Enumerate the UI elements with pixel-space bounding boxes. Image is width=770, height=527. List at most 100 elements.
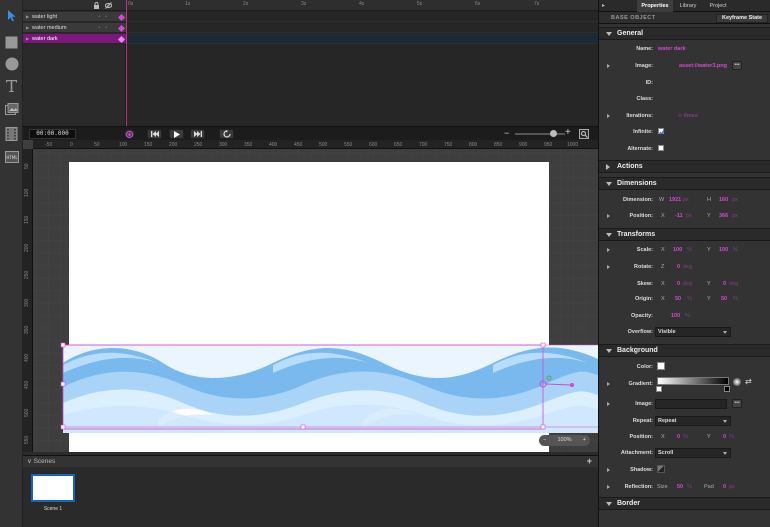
- width-value[interactable]: 1921: [669, 197, 681, 203]
- overflow-select[interactable]: Visible: [655, 327, 731, 337]
- expand-arrow-icon[interactable]: [607, 402, 610, 406]
- bg-pos-y-unit[interactable]: %: [729, 434, 734, 440]
- swap-gradient-icon[interactable]: ⇄: [745, 377, 752, 386]
- image-value[interactable]: asset://water3.png: [679, 63, 727, 69]
- rotate-value[interactable]: 0: [677, 264, 680, 270]
- reflection-pad-value[interactable]: 0: [723, 484, 726, 490]
- iterations-value[interactable]: ∞ times: [678, 113, 698, 119]
- id-input[interactable]: [656, 78, 736, 88]
- arrow-pointer-icon[interactable]: [4, 8, 19, 23]
- selection-box[interactable]: [59, 340, 598, 435]
- width-unit[interactable]: px: [683, 197, 689, 203]
- class-input[interactable]: [656, 94, 736, 104]
- repeat-select[interactable]: Repeat: [655, 416, 731, 426]
- expand-arrow-icon[interactable]: [607, 214, 610, 218]
- rectangle-icon[interactable]: [4, 35, 19, 50]
- expand-arrow-icon[interactable]: [607, 114, 610, 118]
- section-dimensions[interactable]: Dimensions: [599, 177, 770, 190]
- zoom-plus-icon[interactable]: +: [583, 435, 586, 446]
- text-icon[interactable]: [4, 78, 19, 93]
- zoom-slider-handle[interactable]: [550, 130, 557, 137]
- bg-pos-x-unit[interactable]: %: [683, 434, 688, 440]
- stage-zoom-control[interactable]: − 100% +: [539, 435, 590, 446]
- bg-pos-x-value[interactable]: 0: [677, 434, 680, 440]
- time-ruler[interactable]: 0s 1s 2s 3s 4s 5s 6s 7s: [126, 0, 598, 11]
- layer-row-water-dark[interactable]: ▶ water dark: [23, 34, 126, 44]
- zoom-minus-icon[interactable]: −: [543, 435, 546, 446]
- name-value[interactable]: water dark: [658, 46, 686, 52]
- tab-project[interactable]: Project: [703, 0, 733, 12]
- bg-image-input[interactable]: [655, 399, 727, 409]
- track-row[interactable]: [126, 23, 598, 33]
- play-button[interactable]: [169, 129, 184, 139]
- forward-button[interactable]: [190, 129, 205, 139]
- section-actions[interactable]: Actions: [599, 160, 770, 173]
- browse-image-button[interactable]: •••: [732, 61, 742, 70]
- image-icon[interactable]: [4, 102, 19, 117]
- tab-properties[interactable]: Properties: [637, 0, 673, 12]
- y-value[interactable]: 366: [719, 213, 728, 219]
- record-button[interactable]: [124, 129, 135, 139]
- scenes-header[interactable]: ∨ Scenes +: [23, 456, 598, 467]
- scale-y-unit[interactable]: %: [733, 247, 738, 253]
- tab-library[interactable]: Library: [675, 0, 701, 12]
- fit-stage-icon[interactable]: [579, 129, 589, 139]
- origin-y-value[interactable]: 50: [721, 296, 727, 302]
- layer-row-water-medium[interactable]: ▶ water medium ••: [23, 23, 126, 33]
- skew-y-value[interactable]: 0: [723, 281, 726, 287]
- browse-bg-image-button[interactable]: •••: [732, 399, 742, 408]
- scale-x-value[interactable]: 100: [673, 247, 682, 253]
- y-unit[interactable]: px: [732, 213, 738, 219]
- reflection-pad-unit[interactable]: px: [729, 484, 735, 490]
- keyframe-diamond-icon[interactable]: [117, 24, 126, 33]
- lock-icon[interactable]: [93, 2, 100, 9]
- height-unit[interactable]: px: [732, 197, 738, 203]
- expand-arrow-icon[interactable]: ▶: [26, 12, 29, 22]
- expand-arrow-icon[interactable]: [607, 265, 610, 269]
- zoom-slider-track[interactable]: [515, 133, 565, 135]
- alternate-checkbox[interactable]: [658, 145, 664, 151]
- html-icon[interactable]: HTML: [4, 149, 19, 164]
- bg-pos-y-value[interactable]: 0: [723, 434, 726, 440]
- zoom-out-icon[interactable]: −: [504, 128, 509, 138]
- scale-x-unit[interactable]: %: [687, 247, 692, 253]
- keyframe-diamond-icon[interactable]: [117, 35, 126, 44]
- radial-gradient-icon[interactable]: [733, 378, 741, 386]
- skew-x-unit[interactable]: deg: [683, 281, 692, 287]
- layer-toggles[interactable]: ••: [98, 12, 112, 22]
- rotate-unit[interactable]: deg: [683, 264, 692, 270]
- expand-arrow-icon[interactable]: [607, 468, 610, 472]
- playhead[interactable]: [126, 0, 127, 126]
- reflection-size-value[interactable]: 50: [677, 484, 683, 490]
- color-swatch[interactable]: [657, 362, 665, 370]
- section-general[interactable]: General: [599, 27, 770, 40]
- keyframe-diamond-icon[interactable]: [117, 13, 126, 22]
- timeline-tracks[interactable]: [126, 11, 598, 126]
- gradient-stop-start[interactable]: [656, 386, 662, 392]
- origin-y-unit[interactable]: %: [733, 296, 738, 302]
- attachment-select[interactable]: Scroll: [655, 448, 731, 458]
- opacity-value[interactable]: 100: [671, 313, 680, 319]
- section-background[interactable]: Background: [599, 344, 770, 357]
- origin-x-unit[interactable]: %: [687, 296, 692, 302]
- timecode-display[interactable]: 00:00.000: [29, 129, 76, 139]
- stage-area[interactable]: -50 0 50 100 150 200 250 300 350 400 450…: [23, 140, 598, 452]
- skew-y-unit[interactable]: deg: [729, 281, 738, 287]
- collapse-chevron-icon[interactable]: ∨: [27, 458, 32, 465]
- add-scene-icon[interactable]: +: [587, 456, 592, 467]
- x-value[interactable]: -11: [675, 213, 683, 219]
- section-transforms[interactable]: Transforms: [599, 228, 770, 241]
- expand-arrow-icon[interactable]: ▶: [26, 23, 29, 33]
- panel-menu-icon[interactable]: ▸: [602, 2, 605, 9]
- rewind-button[interactable]: [147, 129, 162, 139]
- gradient-stop-end[interactable]: [724, 386, 730, 392]
- infinite-checkbox[interactable]: [658, 128, 665, 135]
- visibility-icon[interactable]: [105, 2, 112, 9]
- reflection-size-unit[interactable]: %: [687, 484, 692, 490]
- track-row[interactable]: [126, 34, 598, 44]
- expand-arrow-icon[interactable]: [607, 64, 610, 68]
- origin-x-value[interactable]: 50: [675, 296, 681, 302]
- loop-button[interactable]: [219, 129, 234, 139]
- x-unit[interactable]: px: [686, 213, 692, 219]
- section-border[interactable]: Border: [599, 497, 770, 510]
